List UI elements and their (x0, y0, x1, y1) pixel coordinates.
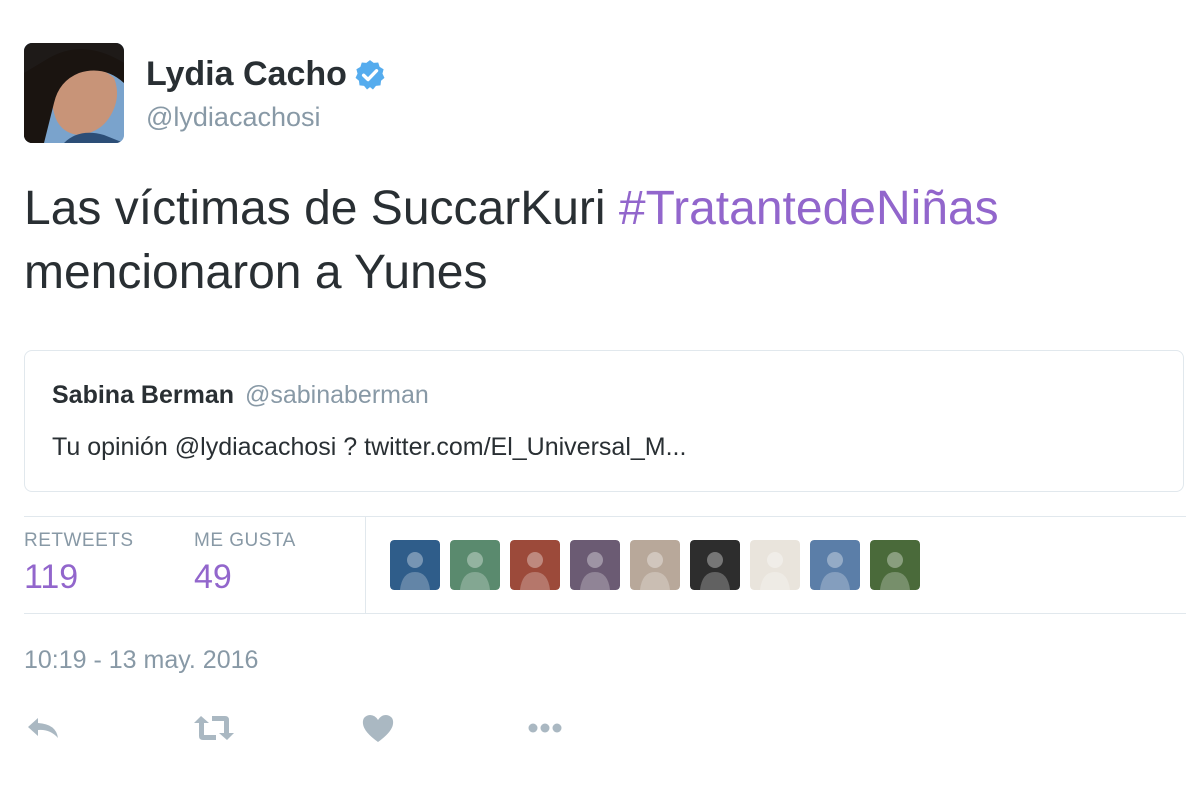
likes-count: 49 (194, 558, 232, 596)
hashtag-link[interactable]: #TratantedeNiñas (619, 182, 999, 235)
liker-avatar-icon[interactable] (570, 540, 620, 590)
tweet-text-before: Las víctimas de SuccarKuri (24, 182, 619, 235)
author-name[interactable]: Lydia Cacho (146, 55, 387, 94)
more-button[interactable] (523, 708, 567, 748)
author-name-text[interactable]: Lydia Cacho (146, 55, 347, 94)
quoted-tweet-name: Sabina Berman (52, 381, 235, 409)
likers-list (390, 540, 920, 590)
verified-badge-icon (355, 59, 385, 89)
liker-avatar-icon[interactable] (510, 540, 560, 590)
liker-avatar-icon[interactable] (750, 540, 800, 590)
liker-avatar-icon[interactable] (870, 540, 920, 590)
tweet-text-after: mencionaron a Yunes (24, 246, 488, 299)
divider (24, 613, 1186, 614)
reply-button[interactable] (22, 708, 66, 748)
retweets-stat[interactable]: RETWEETS 119 (24, 530, 134, 597)
tweet-actions (0, 708, 1200, 748)
likes-label: ME GUSTA (194, 530, 296, 551)
quoted-tweet-handle: @sabinaberman (244, 381, 429, 409)
tweet-text: Las víctimas de SuccarKuri #TratantedeNi… (24, 177, 1174, 305)
stats-divider (365, 517, 366, 613)
liker-avatar-icon[interactable] (450, 540, 500, 590)
like-icon (362, 715, 394, 742)
quoted-tweet[interactable]: Sabina Berman @sabinaberman Tu opinión @… (24, 350, 1184, 492)
liker-avatar-icon[interactable] (390, 540, 440, 590)
likes-stat[interactable]: ME GUSTA 49 (194, 530, 296, 597)
more-icon (528, 723, 562, 733)
like-button[interactable] (356, 708, 400, 748)
quoted-tweet-author: Sabina Berman @sabinaberman (52, 381, 429, 410)
retweet-icon (194, 716, 234, 740)
liker-avatar-icon[interactable] (630, 540, 680, 590)
author-avatar[interactable] (24, 43, 124, 143)
retweets-count: 119 (24, 558, 79, 596)
retweets-label: RETWEETS (24, 530, 134, 551)
divider (24, 516, 1186, 517)
profile-photo-icon (24, 43, 124, 143)
quoted-tweet-text: Tu opinión @lydiacachosi ? twitter.com/E… (52, 433, 687, 461)
reply-icon (28, 718, 58, 738)
author-handle[interactable]: @lydiacachosi (146, 102, 321, 133)
tweet-timestamp[interactable]: 10:19 - 13 may. 2016 (24, 646, 258, 675)
liker-avatar-icon[interactable] (810, 540, 860, 590)
liker-avatar-icon[interactable] (690, 540, 740, 590)
retweet-button[interactable] (192, 708, 236, 748)
